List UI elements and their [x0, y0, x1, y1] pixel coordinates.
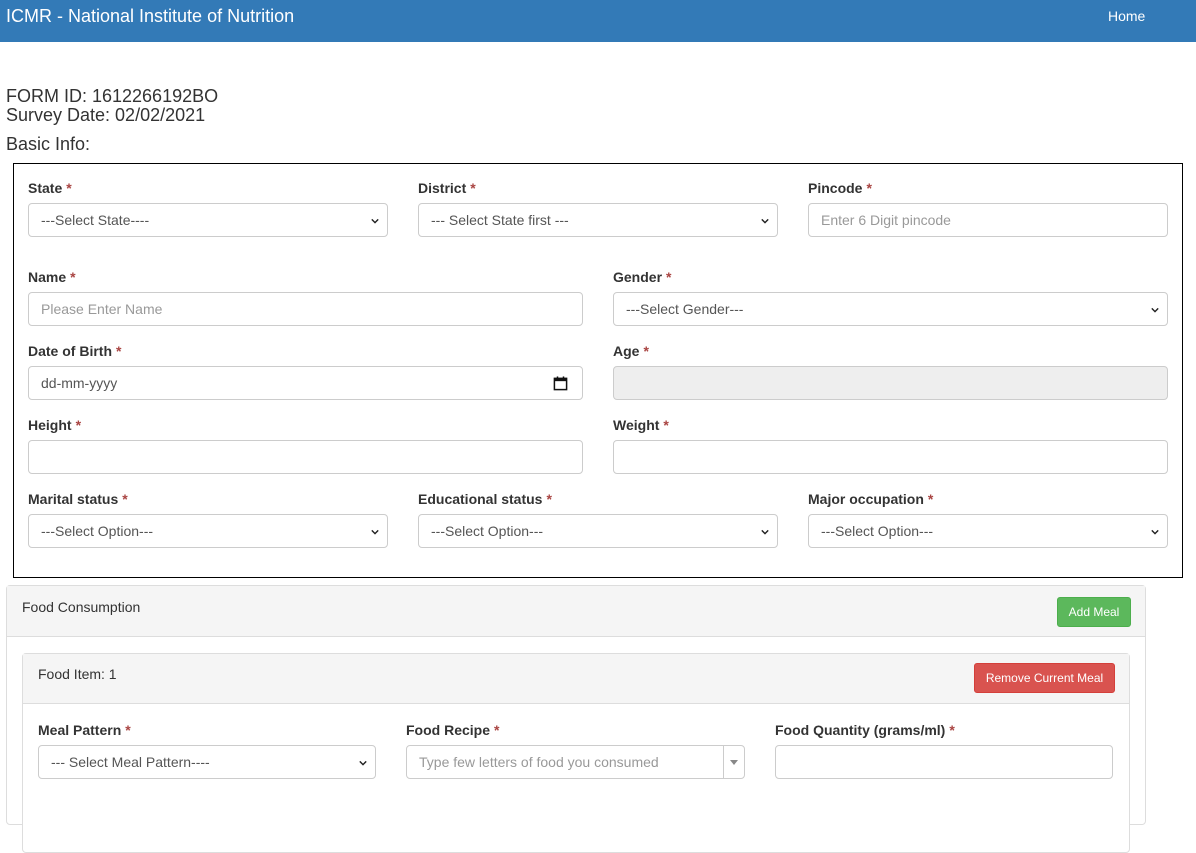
meal-pattern-select[interactable]: --- Select Meal Pattern---- — [38, 745, 376, 779]
required-mark: * — [75, 417, 82, 433]
top-navbar: ICMR - National Institute of Nutrition H… — [0, 0, 1196, 42]
major-occupation-label: Major occupation * — [808, 491, 934, 507]
required-mark: * — [116, 343, 122, 359]
required-mark: * — [866, 180, 872, 196]
age-label: Age * — [613, 343, 649, 359]
required-mark: * — [546, 491, 552, 507]
form-id: FORM ID: 1612266192BO — [6, 86, 219, 106]
survey-date: Survey Date: 02/02/2021 — [6, 105, 206, 125]
food-consumption-title: Food Consumption — [22, 599, 141, 615]
height-label: Height * — [28, 417, 82, 433]
food-recipe-label: Food Recipe * — [406, 722, 500, 738]
chevron-down-icon — [371, 218, 379, 224]
marital-status-select[interactable]: ---Select Option--- — [28, 514, 388, 548]
gender-label: Gender * — [613, 269, 672, 285]
food-quantity-label: Food Quantity (grams/ml) * — [775, 722, 955, 738]
food-recipe-combobox[interactable]: Type few letters of food you consumed — [406, 745, 745, 779]
state-select[interactable]: ---Select State---- — [28, 203, 388, 237]
food-item-heading: Food Item: 1 Remove Current Meal — [23, 654, 1129, 704]
combobox-toggle[interactable] — [723, 746, 744, 778]
educational-status-select[interactable]: ---Select Option--- — [418, 514, 778, 548]
district-label: District * — [418, 180, 476, 196]
pincode-label: Pincode * — [808, 180, 872, 196]
food-consumption-heading: Food Consumption Add Meal — [7, 586, 1145, 637]
food-consumption-panel: Food Consumption Add Meal Food Item: 1 R… — [6, 585, 1146, 853]
meal-pattern-label: Meal Pattern * — [38, 722, 131, 738]
required-mark: * — [666, 269, 672, 285]
state-label: State * — [28, 180, 72, 196]
gender-select[interactable]: ---Select Gender--- — [613, 292, 1168, 326]
section-title-basic-info: Basic Info: — [6, 134, 91, 154]
caret-down-icon — [730, 760, 738, 765]
required-mark: * — [643, 343, 649, 359]
food-item-panel: Food Item: 1 Remove Current Meal Meal Pa… — [22, 653, 1130, 853]
educational-status-label: Educational status * — [418, 491, 552, 507]
required-mark: * — [470, 180, 476, 196]
required-mark: * — [663, 417, 669, 433]
remove-current-meal-button[interactable]: Remove Current Meal — [974, 663, 1115, 693]
pincode-input[interactable]: Enter 6 Digit pincode — [808, 203, 1168, 237]
height-input[interactable] — [28, 440, 583, 474]
nav-home-link[interactable]: Home — [1108, 8, 1145, 24]
weight-label: Weight * — [613, 417, 669, 433]
calendar-icon[interactable] — [553, 376, 568, 391]
required-mark: * — [494, 722, 500, 738]
add-meal-button[interactable]: Add Meal — [1057, 597, 1131, 627]
required-mark: * — [949, 722, 955, 738]
chevron-down-icon — [761, 218, 769, 224]
age-input — [613, 366, 1168, 400]
required-mark: * — [66, 180, 72, 196]
required-mark: * — [125, 722, 131, 738]
major-occupation-select[interactable]: ---Select Option--- — [808, 514, 1168, 548]
district-select[interactable]: --- Select State first --- — [418, 203, 778, 237]
dob-label: Date of Birth * — [28, 343, 122, 359]
chevron-down-icon — [1151, 307, 1159, 313]
required-mark: * — [122, 491, 128, 507]
chevron-down-icon — [371, 529, 379, 535]
name-label: Name * — [28, 269, 76, 285]
dob-input[interactable]: dd-mm-yyyy — [28, 366, 583, 400]
food-quantity-input[interactable] — [775, 745, 1113, 779]
chevron-down-icon — [359, 760, 367, 766]
chevron-down-icon — [1151, 529, 1159, 535]
brand-title[interactable]: ICMR - National Institute of Nutrition — [6, 6, 294, 26]
required-mark: * — [70, 269, 76, 285]
food-item-title: Food Item: 1 — [38, 666, 117, 682]
required-mark: * — [927, 491, 934, 507]
marital-status-label: Marital status * — [28, 491, 128, 507]
name-input[interactable]: Please Enter Name — [28, 292, 583, 326]
chevron-down-icon — [761, 529, 769, 535]
basic-info-form: State * ---Select State---- District * ---… — [13, 163, 1183, 578]
weight-input[interactable] — [613, 440, 1168, 474]
